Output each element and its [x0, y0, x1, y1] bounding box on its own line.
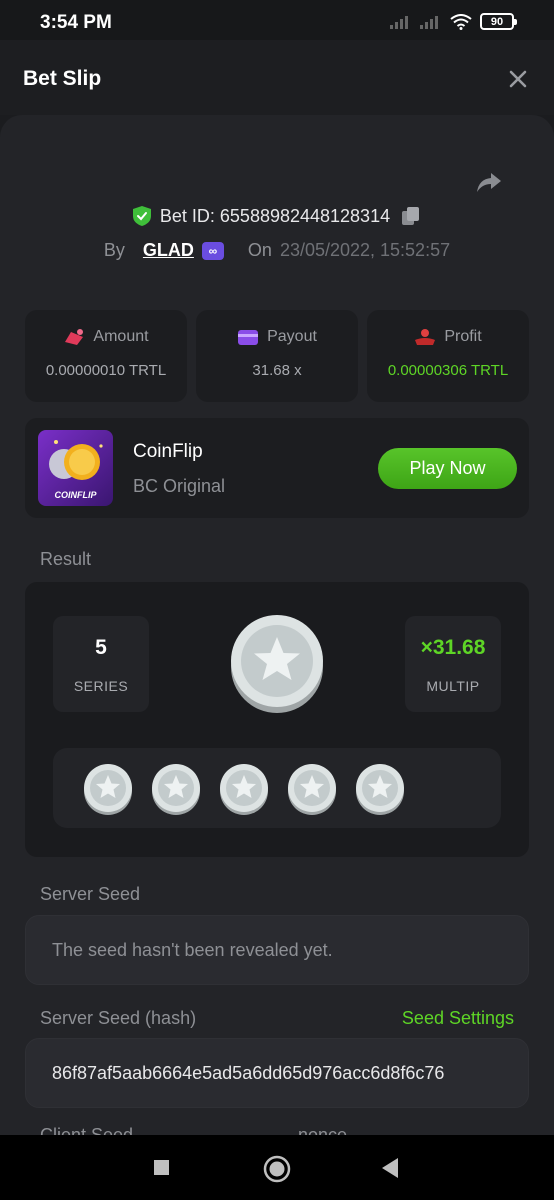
server-seed-label: Server Seed [40, 884, 141, 904]
coin-history [53, 748, 501, 828]
coin-result-icon [231, 615, 323, 713]
result-label: Result [40, 549, 92, 569]
bet-datetime: 23/05/2022, 15:52:57 [279, 240, 451, 260]
vip-badge: ∞ [201, 241, 224, 260]
on-label: On [247, 240, 272, 260]
game-card: COINFLIP CoinFlip BC Original Play Now [25, 418, 529, 518]
game-subtitle: BC Original [133, 476, 226, 496]
multiplier-value: ×31.68 [420, 636, 486, 659]
server-seed-hash-label: Server Seed (hash) [40, 1008, 197, 1028]
result-card: 5 SERIES ×31.68 MULTIP [25, 582, 529, 857]
bet-id-row: Bet ID: 65588982448128314 [0, 205, 554, 227]
by-label: By [103, 240, 125, 260]
coin-history-icon [152, 764, 200, 815]
bet-author-row: By GLAD ∞ On 23/05/2022, 15:52:57 [0, 240, 554, 261]
coin-history-icon [288, 764, 336, 815]
status-icons: 90 [390, 13, 517, 30]
system-nav-bar [0, 1135, 554, 1200]
signal-icon [390, 15, 408, 29]
nonce-label: nonce [298, 1125, 348, 1135]
profit-label: Profit [444, 328, 482, 345]
battery-icon: 90 [480, 13, 517, 30]
multiplier-label: MULTIP [426, 678, 480, 694]
share-icon[interactable] [474, 167, 504, 197]
server-seed-hash-field[interactable]: 86f87af5aab6664e5ad5a6dd65d976acc6d8f6c7… [25, 1038, 529, 1108]
close-icon[interactable] [504, 65, 532, 93]
server-seed-field[interactable]: The seed hasn't been revealed yet. [25, 915, 529, 985]
page-title: Bet Slip [23, 67, 102, 90]
profit-icon [415, 329, 436, 345]
series-box: 5 SERIES [53, 616, 149, 712]
series-label: SERIES [73, 678, 129, 694]
thumb-label: COINFLIP [54, 490, 97, 500]
seed-settings-link[interactable]: Seed Settings [402, 1008, 514, 1029]
wifi-icon [450, 13, 472, 30]
shield-check-icon [132, 206, 151, 226]
status-bar: 3:54 PM 90 [0, 0, 554, 40]
multiplier-box: ×31.68 MULTIP [405, 616, 501, 712]
bet-id: Bet ID: 65588982448128314 [159, 205, 391, 226]
user-link[interactable]: GLAD [143, 240, 194, 261]
amount-card: Amount 0.00000010 TRTL [25, 310, 187, 402]
sheet-header: Bet Slip [0, 40, 554, 115]
wallet-icon [238, 330, 259, 345]
amount-value: 0.00000010 TRTL [45, 362, 167, 379]
money-icon [65, 329, 84, 345]
coinflip-thumbnail[interactable]: COINFLIP [38, 430, 113, 506]
client-seed-label: Client Seed [40, 1125, 134, 1135]
profit-card: Profit 0.00000306 TRTL [367, 310, 529, 402]
coin-history-icon [220, 764, 268, 815]
status-time: 3:54 PM [40, 12, 112, 33]
coin-history-icon [356, 764, 404, 815]
home-icon[interactable] [263, 1155, 291, 1183]
profit-value: 0.00000306 TRTL [387, 362, 509, 379]
back-icon[interactable] [380, 1157, 400, 1179]
series-value: 5 [95, 636, 107, 659]
play-now-button[interactable]: Play Now [378, 448, 517, 489]
coin-history-icon [84, 764, 132, 815]
recents-icon[interactable] [153, 1159, 170, 1176]
payout-value: 31.68 x [252, 362, 302, 379]
signal-icon-2 [420, 15, 438, 29]
copy-icon[interactable] [400, 205, 422, 227]
payout-label: Payout [267, 328, 317, 345]
bet-slip-body: Bet ID: 65588982448128314 By GLAD ∞ On 2… [0, 115, 554, 1135]
payout-card: Payout 31.68 x [196, 310, 358, 402]
game-name: CoinFlip [133, 441, 203, 462]
amount-label: Amount [93, 328, 149, 345]
